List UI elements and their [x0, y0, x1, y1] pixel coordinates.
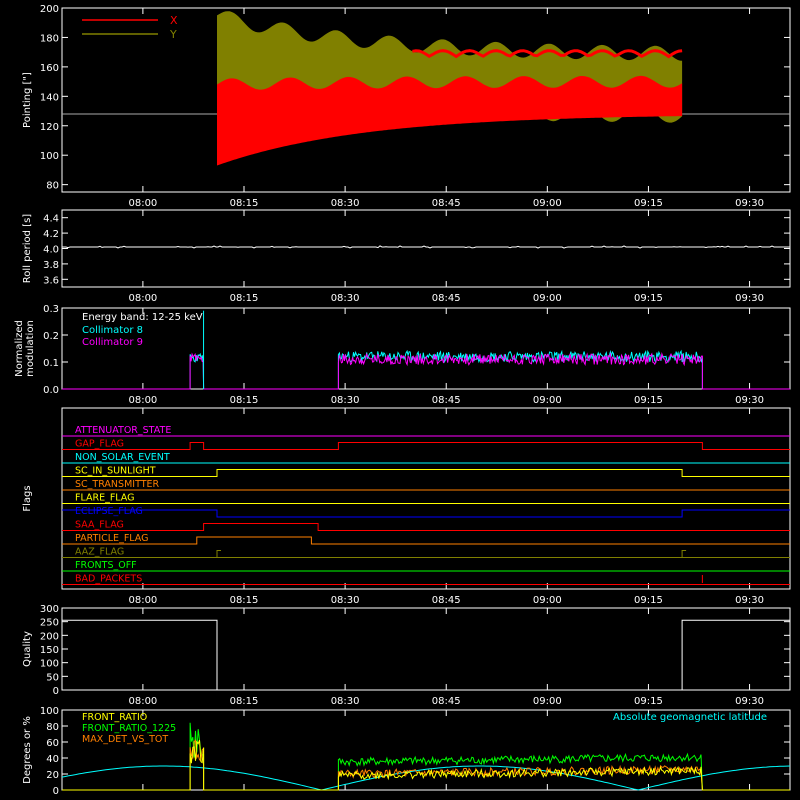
flags-xtick-label: 08:30 — [331, 595, 360, 606]
roll-xtick-label: 08:45 — [432, 293, 461, 304]
roll-ytick-label: 3.8 — [43, 260, 59, 271]
modulation-ytick-label: 0.1 — [43, 358, 59, 369]
quality-ytick-label: 300 — [40, 604, 59, 615]
latitude-ylabel: Degrees or % — [22, 716, 33, 784]
flag-label: SC_TRANSMITTER — [75, 479, 160, 490]
roll-ytick-label: 4.2 — [43, 229, 59, 240]
flag-label: SAA_FLAG — [75, 520, 124, 531]
pointing-ytick-label: 80 — [46, 181, 59, 192]
pointing-xtick-label: 08:45 — [432, 198, 461, 209]
latitude-ytick-label: 40 — [46, 754, 59, 765]
quality-xtick-label: 08:00 — [128, 696, 157, 707]
modulation-legend-label: Collimator 8 — [82, 325, 143, 336]
flags-xtick-label: 08:00 — [128, 595, 157, 606]
pointing-ytick-label: 200 — [40, 4, 59, 15]
latitude-ytick-label: 0 — [53, 786, 59, 797]
flag-label: AAZ_FLAG — [75, 547, 124, 558]
pointing-xtick-label: 09:15 — [634, 198, 663, 209]
quality-ytick-label: 200 — [40, 631, 59, 642]
roll-xtick-label: 09:15 — [634, 293, 663, 304]
latitude-legend-label: FRONT_RATIO_1225 — [82, 723, 176, 734]
flag-label: FRONTS_OFF — [75, 560, 137, 571]
pointing-xtick-label: 08:00 — [128, 198, 157, 209]
roll-xtick-label: 09:00 — [533, 293, 562, 304]
flag-label: ATTENUATOR_STATE — [75, 425, 171, 436]
quality-xtick-label: 09:15 — [634, 696, 663, 707]
latitude-ytick-label: 100 — [40, 706, 59, 717]
latitude-ytick-label: 60 — [46, 738, 59, 749]
pointing-xtick-label: 09:30 — [735, 198, 764, 209]
quality-ytick-label: 0 — [53, 686, 59, 697]
flags-xtick-label: 09:00 — [533, 595, 562, 606]
flag-label: SC_IN_SUNLIGHT — [75, 466, 156, 477]
flag-label: FLARE_FLAG — [75, 493, 135, 504]
pointing-ytick-label: 160 — [40, 63, 59, 74]
roll-ytick-label: 3.6 — [43, 275, 59, 286]
quality-xtick-label: 08:30 — [331, 696, 360, 707]
pointing-xtick-label: 08:15 — [230, 198, 259, 209]
flag-label: PARTICLE_FLAG — [75, 533, 148, 544]
pointing-legend-label: Y — [169, 28, 177, 41]
roll-ytick-label: 4.4 — [43, 214, 59, 225]
modulation-ytick-label: 0.0 — [43, 385, 59, 396]
quality-xtick-label: 09:00 — [533, 696, 562, 707]
modulation-ylabel-line1: Normalized — [14, 320, 25, 377]
latitude-ytick-label: 80 — [46, 722, 59, 733]
roll-xtick-label: 08:15 — [230, 293, 259, 304]
latitude-legend-geomag: Absolute geomagnetic latitude — [613, 712, 767, 723]
chart-stage: Pointing ["] 08:00 08:15 08:30 08:45 09:00 09… — [0, 0, 800, 800]
pointing-ytick-label: 120 — [40, 122, 59, 133]
modulation-xtick-label: 09:15 — [634, 395, 663, 406]
quality-ylabel: Quality — [22, 631, 33, 667]
modulation-xtick-label: 09:00 — [533, 395, 562, 406]
pointing-legend-label: X — [170, 14, 178, 27]
quality-ytick-label: 150 — [40, 645, 59, 656]
modulation-xtick-label: 08:00 — [128, 395, 157, 406]
quality-xtick-label: 08:45 — [432, 696, 461, 707]
modulation-xtick-label: 08:15 — [230, 395, 259, 406]
pointing-ytick-label: 140 — [40, 92, 59, 103]
quality-xtick-label: 09:30 — [735, 696, 764, 707]
pointing-ylabel: Pointing ["] — [22, 72, 33, 128]
quality-ytick-label: 50 — [46, 672, 59, 683]
pointing-ytick-label: 180 — [40, 33, 59, 44]
flags-xtick-label: 09:15 — [634, 595, 663, 606]
modulation-annotation: Energy band: 12-25 keV — [82, 312, 203, 323]
roll-xtick-label: 08:30 — [331, 293, 360, 304]
flag-label: NON_SOLAR_EVENT — [75, 452, 170, 463]
modulation-xtick-label: 08:45 — [432, 395, 461, 406]
quality-xtick-label: 08:15 — [230, 696, 259, 707]
flags-xtick-label: 08:45 — [432, 595, 461, 606]
modulation-ytick-label: 0.2 — [43, 331, 59, 342]
latitude-legend-label: MAX_DET_VS_TOT — [82, 734, 168, 745]
modulation-legend-label: Collimator 9 — [82, 337, 143, 348]
latitude-ytick-label: 20 — [46, 770, 59, 781]
pointing-xtick-label: 09:00 — [533, 198, 562, 209]
flag-label: ECLIPSE_FLAG — [75, 506, 143, 517]
quality-ytick-label: 100 — [40, 659, 59, 670]
modulation-xtick-label: 08:30 — [331, 395, 360, 406]
flags-xtick-label: 08:15 — [230, 595, 259, 606]
pointing-ytick-label: 100 — [40, 151, 59, 162]
modulation-ylabel-line2: modulation — [25, 320, 36, 377]
quality-ytick-label: 250 — [40, 618, 59, 629]
flag-label: BAD_PACKETS — [75, 574, 142, 585]
pointing-xtick-label: 08:30 — [331, 198, 360, 209]
roll-ytick-label: 4.0 — [43, 245, 59, 256]
flags-xtick-label: 09:30 — [735, 595, 764, 606]
modulation-xtick-label: 09:30 — [735, 395, 764, 406]
flags-ylabel: Flags — [22, 485, 33, 511]
modulation-ytick-label: 0.3 — [43, 304, 59, 315]
latitude-legend-label: FRONT_RATIO — [82, 712, 147, 723]
roll-ylabel: Roll period [s] — [22, 214, 33, 283]
roll-xtick-label: 08:00 — [128, 293, 157, 304]
roll-xtick-label: 09:30 — [735, 293, 764, 304]
flag-label: GAP_FLAG — [75, 439, 124, 450]
